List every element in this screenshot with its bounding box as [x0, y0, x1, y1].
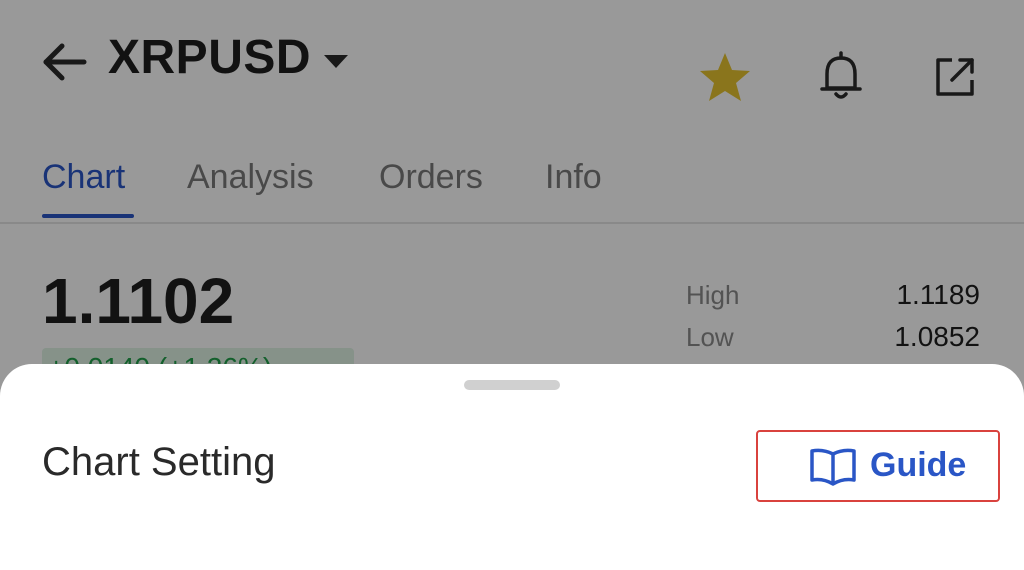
- chart-setting-sheet: Chart Setting Guide: [0, 364, 1024, 570]
- book-icon: [810, 448, 856, 486]
- guide-label: Guide: [870, 446, 967, 484]
- sheet-title: Chart Setting: [42, 440, 276, 484]
- drag-handle[interactable]: [464, 380, 560, 390]
- guide-button[interactable]: Guide: [756, 430, 1000, 502]
